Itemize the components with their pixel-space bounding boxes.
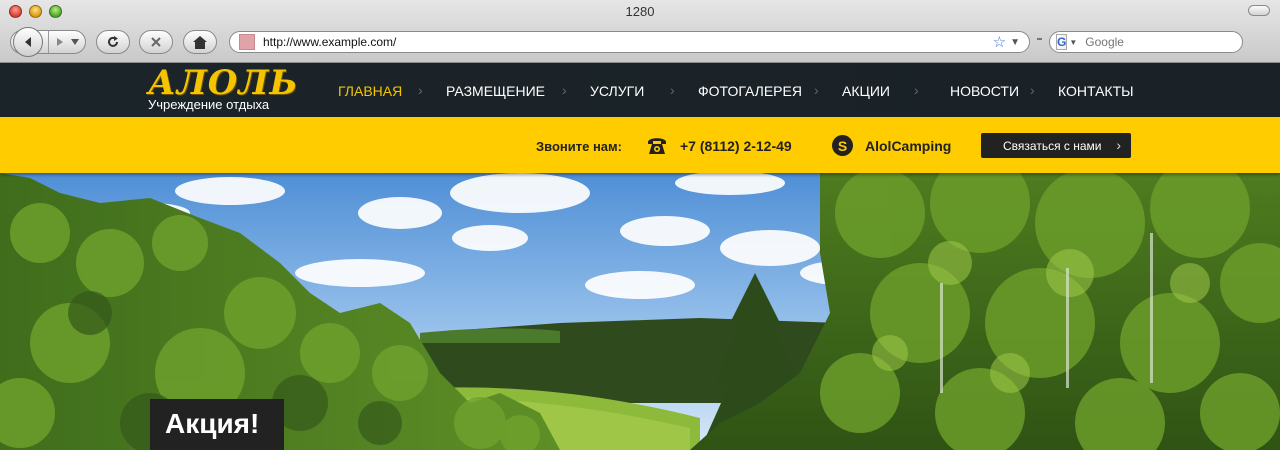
google-logo-icon[interactable]: G: [1056, 34, 1068, 50]
logo-subtitle: Учреждение отдыха: [148, 97, 270, 112]
logo-title: АЛОЛЬ: [148, 63, 299, 103]
promo-badge[interactable]: Акция!: [150, 399, 284, 450]
phone-icon: [648, 138, 666, 154]
address-bar[interactable]: http://www.example.com/ ☆ ▼: [229, 31, 1030, 53]
menu-separator-icon: ›: [670, 82, 675, 98]
skype-icon: S: [832, 135, 853, 156]
forward-button[interactable]: [47, 31, 86, 53]
menu-item-home[interactable]: Главная: [338, 83, 402, 99]
menu-item-news[interactable]: Новости: [950, 83, 1019, 99]
reload-icon: [108, 36, 118, 47]
search-box[interactable]: G ▼: [1049, 31, 1243, 53]
skype-name[interactable]: AlolCamping: [865, 138, 951, 154]
menu-item-gallery[interactable]: Фотогалерея: [698, 83, 802, 99]
menu-separator-icon: ›: [914, 82, 919, 98]
menu-item-accommodation[interactable]: Размещение: [446, 83, 545, 99]
bookmark-star-icon[interactable]: ☆: [993, 33, 1006, 51]
back-button[interactable]: [11, 27, 48, 57]
history-dropdown-icon: [70, 39, 79, 45]
forward-arrow-icon: [56, 38, 63, 46]
site-header: АЛОЛЬ Учреждение отдыха Главная › Размещ…: [0, 63, 1280, 117]
menu-item-contacts[interactable]: Контакты: [1058, 83, 1134, 99]
site-logo[interactable]: АЛОЛЬ Учреждение отдыха: [148, 63, 299, 112]
stop-button[interactable]: [139, 30, 173, 54]
home-icon: [193, 35, 207, 49]
menu-separator-icon: ›: [562, 82, 567, 98]
site-favicon-icon: [239, 34, 255, 50]
menu-item-services[interactable]: Услуги: [590, 83, 644, 99]
contact-bar: Звоните нам: +7 (8112) 2-12-49 S AlolCam…: [0, 117, 1280, 173]
window-title: 1280: [625, 4, 655, 19]
menu-separator-icon: ›: [814, 82, 819, 98]
browser-toolbar: 1280 http://www.example.com/ ☆ ▼ G ▼ Goo…: [0, 0, 1280, 63]
home-button[interactable]: [183, 30, 217, 54]
reload-button[interactable]: [96, 30, 130, 54]
menu-item-promotions[interactable]: Акции: [842, 83, 890, 99]
toolbar-toggle-button[interactable]: [1248, 5, 1270, 16]
back-arrow-icon: [12, 27, 43, 57]
address-dropdown-icon[interactable]: ▼: [1010, 37, 1020, 48]
call-us-label: Звоните нам:: [536, 139, 622, 154]
toolbar-divider: [1037, 38, 1042, 40]
contact-us-button[interactable]: Связаться с нами ›: [981, 133, 1131, 158]
back-forward-group: [10, 27, 86, 57]
contact-us-button-label: Связаться с нами: [1003, 138, 1102, 153]
chevron-right-icon: ›: [1116, 137, 1121, 153]
stop-icon: [151, 37, 161, 47]
menu-separator-icon: ›: [418, 82, 423, 98]
url-field[interactable]: http://www.example.com/: [263, 35, 993, 49]
menu-separator-icon: ›: [1030, 82, 1035, 98]
search-input[interactable]: [1085, 35, 1241, 49]
search-engine-dropdown-icon[interactable]: ▼: [1069, 38, 1077, 47]
phone-number[interactable]: +7 (8112) 2-12-49: [680, 138, 792, 154]
